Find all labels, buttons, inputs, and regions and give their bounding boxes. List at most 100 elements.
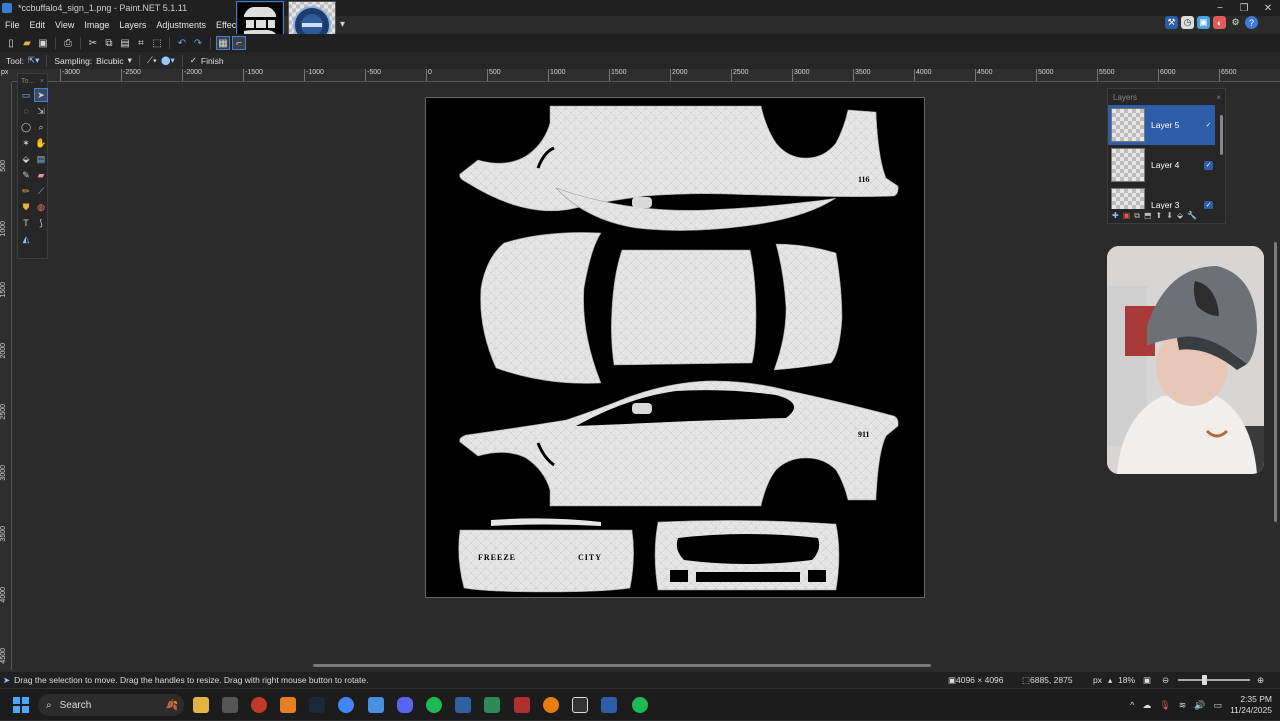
layers-toggle-icon[interactable]: ▣ xyxy=(1197,16,1210,29)
menu-edit[interactable]: Edit xyxy=(25,20,51,30)
layer-properties-icon[interactable]: 🔧 xyxy=(1187,211,1197,221)
magic-wand-tool-icon[interactable]: ✶ xyxy=(19,136,33,150)
maximize-button[interactable]: ❐ xyxy=(1232,0,1256,16)
file-explorer-icon[interactable] xyxy=(193,697,209,713)
layer-visibility-checkbox[interactable]: ✓ xyxy=(1204,200,1213,209)
menu-file[interactable]: File xyxy=(0,20,25,30)
zoom-out-icon[interactable]: ⊖ xyxy=(1162,675,1169,686)
microphone-icon[interactable]: 🎙 xyxy=(1159,700,1170,711)
minimize-button[interactable]: − xyxy=(1208,0,1232,16)
volume-icon[interactable]: 🔊 xyxy=(1194,700,1205,711)
color-picker-tool-icon[interactable]: ⟋ xyxy=(34,184,48,198)
open-folder-icon[interactable]: ▰ xyxy=(20,36,34,50)
blend-mode-icon[interactable]: ⬤▾ xyxy=(161,55,175,66)
close-icon[interactable]: × xyxy=(1216,93,1221,102)
zoom-tool-icon[interactable]: ⌕ xyxy=(34,120,48,134)
recolor-tool-icon[interactable]: ◍ xyxy=(34,200,48,214)
deselect-icon[interactable]: ⬚ xyxy=(150,36,164,50)
notepad-icon[interactable] xyxy=(368,697,384,713)
app-icon-3[interactable] xyxy=(280,697,296,713)
move-selection-tool-icon[interactable]: ⇱▾ xyxy=(28,55,39,66)
tools-toggle-icon[interactable]: ⚒ xyxy=(1165,16,1178,29)
sampling-dropdown[interactable]: Bicubic xyxy=(96,56,123,66)
wifi-icon[interactable]: ≋ xyxy=(1179,700,1187,711)
app-icon-5[interactable] xyxy=(484,697,500,713)
save-icon[interactable]: ▣ xyxy=(36,36,50,50)
app-icon-1[interactable] xyxy=(222,697,238,713)
colors-toggle-icon[interactable]: ◐ xyxy=(1213,16,1226,29)
spotify-icon[interactable] xyxy=(426,697,442,713)
close-button[interactable]: ✕ xyxy=(1256,0,1280,16)
delete-layer-icon[interactable]: ▣ xyxy=(1123,211,1131,221)
spotify-icon-2[interactable] xyxy=(632,697,648,713)
zoom-fit-icon[interactable]: ▣ xyxy=(1143,675,1151,686)
menu-image[interactable]: Image xyxy=(79,20,114,30)
image-canvas[interactable]: 116 911 FREEZE CITY xyxy=(425,97,925,598)
pencil-tool-icon[interactable]: ✏ xyxy=(19,184,33,198)
rectangle-select-tool-icon[interactable]: ▭ xyxy=(19,88,33,102)
clone-stamp-tool-icon[interactable]: ⛊ xyxy=(19,200,33,214)
rulers-icon[interactable]: ⌐ xyxy=(232,36,246,50)
chevron-up-icon[interactable]: ^ xyxy=(1130,700,1134,710)
battery-icon[interactable]: ▭ xyxy=(1214,700,1223,711)
move-layer-up-icon[interactable]: ⬆ xyxy=(1156,211,1163,221)
horizontal-scrollbar[interactable] xyxy=(313,664,931,667)
zoom-level[interactable]: 18% xyxy=(1118,675,1135,685)
layer-item-3[interactable]: Layer 3 ✓ xyxy=(1108,185,1215,209)
lasso-select-tool-icon[interactable]: ◌ xyxy=(19,104,33,118)
history-toggle-icon[interactable]: ◷ xyxy=(1181,16,1194,29)
import-layer-icon[interactable]: ⬒ xyxy=(1144,211,1152,221)
app-icon-4[interactable] xyxy=(455,697,471,713)
steam-icon[interactable] xyxy=(309,697,325,713)
vertical-scrollbar[interactable] xyxy=(1272,82,1280,670)
tray-app-icon[interactable]: ☁ xyxy=(1142,700,1151,711)
close-icon[interactable]: × xyxy=(40,78,44,85)
app-icon-2[interactable] xyxy=(251,697,267,713)
menu-view[interactable]: View xyxy=(50,20,79,30)
print-icon[interactable]: ⎙ xyxy=(61,36,75,50)
text-tool-icon[interactable]: T xyxy=(19,216,33,230)
help-icon[interactable]: ? xyxy=(1245,16,1258,29)
layer-visibility-checkbox[interactable]: ✓ xyxy=(1204,160,1213,170)
cut-icon[interactable]: ✂ xyxy=(86,36,100,50)
filezilla-icon[interactable] xyxy=(514,697,530,713)
eraser-tool-icon[interactable]: ▰ xyxy=(34,168,48,182)
finish-button[interactable]: Finish xyxy=(201,56,224,66)
clock[interactable]: 2:35 PM 11/24/2025 xyxy=(1230,694,1272,716)
pixel-grid-icon[interactable]: ▦ xyxy=(216,36,230,50)
chevron-down-icon[interactable]: ▾ xyxy=(128,55,132,66)
move-selected-pixels-tool-icon[interactable]: ⇲ xyxy=(34,104,48,118)
move-selection-tool-icon[interactable]: ➤ xyxy=(34,88,48,102)
paste-icon[interactable]: ▤ xyxy=(118,36,132,50)
line-curve-tool-icon[interactable]: ⟆ xyxy=(34,216,48,230)
paintnet-taskbar-icon[interactable] xyxy=(601,697,617,713)
new-file-icon[interactable]: ▯ xyxy=(4,36,18,50)
crop-icon[interactable]: ⌗ xyxy=(134,36,148,50)
layer-item-5[interactable]: Layer 5 ✓ xyxy=(1108,105,1215,145)
shapes-tool-icon[interactable]: ◭ xyxy=(19,232,33,246)
copy-icon[interactable]: ⧉ xyxy=(102,36,116,50)
blender-icon[interactable] xyxy=(543,697,559,713)
duplicate-layer-icon[interactable]: ⧉ xyxy=(1134,211,1140,221)
ellipse-select-tool-icon[interactable]: ◯ xyxy=(19,120,33,134)
antialias-icon[interactable]: ⟋▾ xyxy=(147,55,157,66)
layers-scrollbar[interactable] xyxy=(1220,115,1223,155)
move-layer-down-icon[interactable]: ⬇ xyxy=(1166,211,1173,221)
undo-icon[interactable]: ↶ xyxy=(175,36,189,50)
chrome-icon[interactable] xyxy=(338,697,354,713)
app-icon-6[interactable] xyxy=(572,697,588,713)
add-layer-icon[interactable]: ✚ xyxy=(1112,211,1119,221)
menu-layers[interactable]: Layers xyxy=(114,20,151,30)
gradient-tool-icon[interactable]: ▤ xyxy=(34,152,48,166)
paintbrush-tool-icon[interactable]: ✎ xyxy=(19,168,33,182)
windows-start-icon[interactable] xyxy=(13,697,29,713)
layer-item-4[interactable]: Layer 4 ✓ xyxy=(1108,145,1215,185)
pan-tool-icon[interactable]: ✋ xyxy=(34,136,48,150)
settings-gear-icon[interactable]: ⚙ xyxy=(1229,16,1242,29)
redo-icon[interactable]: ↷ xyxy=(191,36,205,50)
taskbar-search[interactable]: ⌕ Search 🍂 xyxy=(38,694,184,716)
chevron-up-icon[interactable]: ▴ xyxy=(1108,675,1112,686)
zoom-slider[interactable] xyxy=(1178,675,1250,685)
discord-icon[interactable] xyxy=(397,697,413,713)
merge-layer-icon[interactable]: ⬙ xyxy=(1177,211,1183,221)
